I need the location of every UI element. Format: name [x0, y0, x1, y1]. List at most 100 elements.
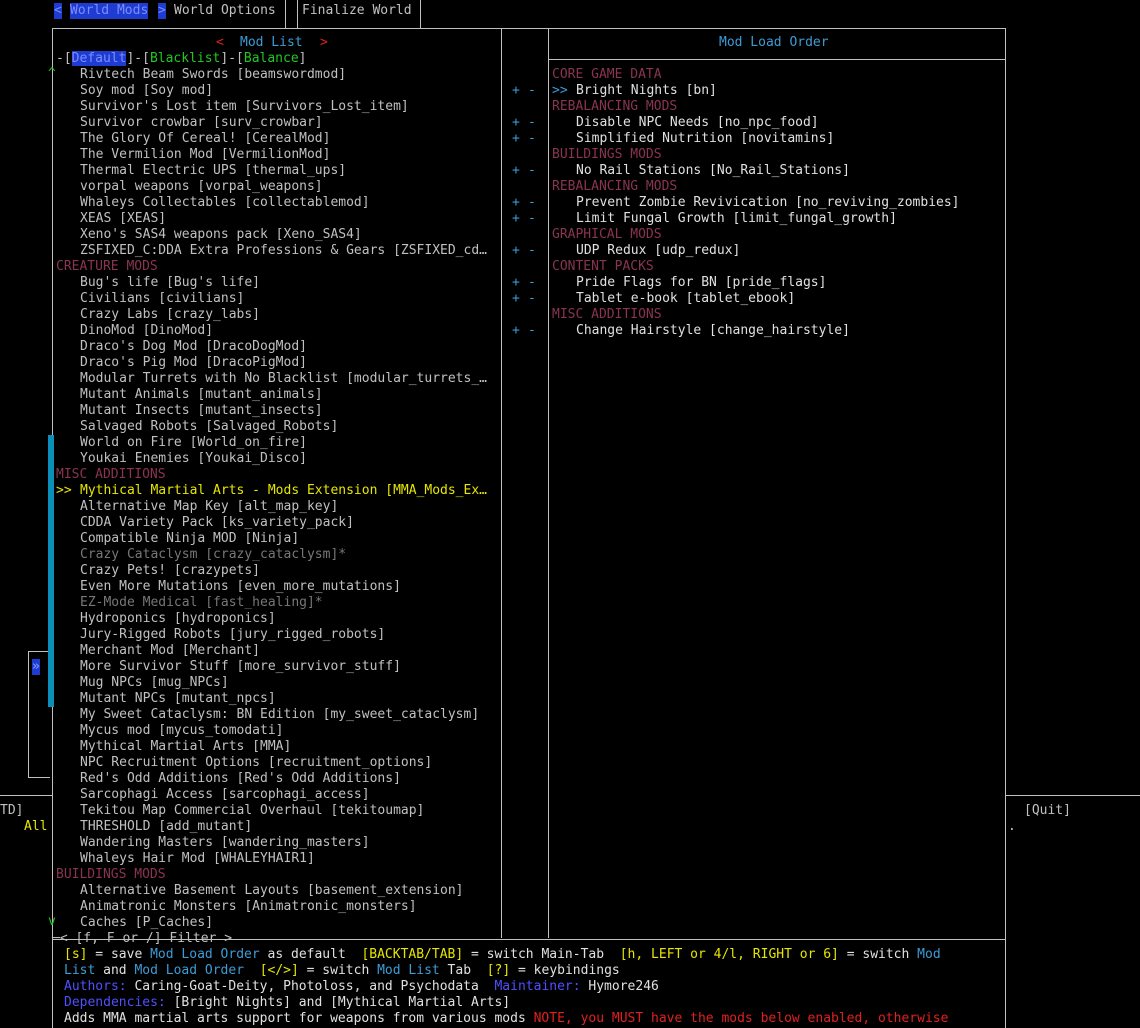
mod-list-item[interactable]: Survivor crowbar [surv_crowbar]: [80, 115, 323, 131]
mod-list-item[interactable]: Caches [P_Caches]: [80, 915, 213, 931]
mod-list-item[interactable]: Whaleys Hair Mod [WHALEYHAIR1]: [80, 851, 315, 867]
load-order-item[interactable]: Disable NPC Needs [no_npc_food]: [576, 115, 819, 131]
mod-list-item[interactable]: Mythical Martial Arts [MMA]: [80, 739, 291, 755]
mod-list-scrollbar[interactable]: [48, 435, 54, 707]
tab-world-mods[interactable]: World Mods: [70, 3, 149, 19]
mod-list-item[interactable]: My Sweet Cataclysm: BN Edition [my_sweet…: [80, 707, 479, 723]
mod-list-item[interactable]: Sarcophagi Access [sarcophagi_access]: [80, 787, 370, 803]
mod-list-item[interactable]: Mutant Animals [mutant_animals]: [80, 387, 323, 403]
tab-finalize-world[interactable]: Finalize World: [302, 3, 412, 19]
mod-list-item[interactable]: CDDA Variety Pack [ks_variety_pack]: [80, 515, 354, 531]
mod-list-item[interactable]: EZ-Mode Medical [fast_healing]*: [80, 595, 323, 611]
mod-list-item[interactable]: Soy mod [Soy mod]: [80, 83, 213, 99]
mod-list-item[interactable]: Crazy Labs [crazy_labs]: [80, 307, 260, 323]
mod-list-item[interactable]: The Vermilion Mod [VermilionMod]: [80, 147, 330, 163]
mod-list-item[interactable]: ZSFIXED_C:DDA Extra Professions & Gears …: [80, 243, 487, 259]
filter-bar[interactable]: ─< [f, F or /] Filter >: [52, 931, 232, 947]
move-down-button[interactable]: -: [528, 211, 536, 227]
mod-list-item[interactable]: Thermal Electric UPS [thermal_ups]: [80, 163, 346, 179]
mod-list-item[interactable]: DinoMod [DinoMod]: [80, 323, 213, 339]
load-order-item[interactable]: Simplified Nutrition [novitamins]: [576, 131, 834, 147]
mod-list-item[interactable]: Tekitou Map Commercial Overhaul [tekitou…: [80, 803, 424, 819]
subtab-blacklist[interactable]: Blacklist: [150, 51, 220, 66]
scroll-up-indicator[interactable]: ^: [48, 66, 56, 82]
move-down-button[interactable]: -: [528, 163, 536, 179]
mod-list-item[interactable]: Mutant NPCs [mutant_npcs]: [80, 691, 276, 707]
mod-list-item[interactable]: More Survivor Stuff [more_survivor_stuff…: [80, 659, 401, 675]
mod-list-item[interactable]: Compatible Ninja MOD [Ninja]: [80, 531, 299, 547]
load-order-item[interactable]: Bright Nights [bn]: [576, 83, 717, 99]
move-down-button[interactable]: -: [528, 195, 536, 211]
tab-next-arrow[interactable]: >: [158, 3, 166, 19]
subtab-default[interactable]: Default: [71, 51, 127, 66]
mod-list-item[interactable]: NPC Recruitment Options [recruitment_opt…: [80, 755, 432, 771]
move-down-button[interactable]: -: [528, 83, 536, 99]
mod-list-item[interactable]: Mythical Martial Arts - Mods Extension […: [80, 483, 487, 499]
quit-button[interactable]: [Quit]: [1024, 803, 1071, 819]
mod-list-item[interactable]: Survivor's Lost item [Survivors_Lost_ite…: [80, 99, 409, 115]
move-up-button[interactable]: +: [512, 131, 520, 147]
scroll-down-indicator[interactable]: v: [48, 914, 56, 930]
mod-list-item[interactable]: Whaleys Collectables [collectablemod]: [80, 195, 370, 211]
move-up-button[interactable]: +: [512, 211, 520, 227]
mod-list-item[interactable]: Crazy Pets! [crazypets]: [80, 563, 260, 579]
load-order-item[interactable]: UDP Redux [udp_redux]: [576, 243, 740, 259]
move-down-button[interactable]: -: [528, 323, 536, 339]
move-up-button[interactable]: +: [512, 275, 520, 291]
load-order-item[interactable]: No Rail Stations [No_Rail_Stations]: [576, 163, 850, 179]
mod-list-item[interactable]: Civilians [civilians]: [80, 291, 244, 307]
move-up-button[interactable]: +: [512, 83, 520, 99]
mod-list-item[interactable]: World on Fire [World_on_fire]: [80, 435, 307, 451]
load-order-item[interactable]: Change Hairstyle [change_hairstyle]: [576, 323, 850, 339]
move-up-button[interactable]: +: [512, 291, 520, 307]
load-order-item[interactable]: Limit Fungal Growth [limit_fungal_growth…: [576, 211, 897, 227]
move-up-button[interactable]: +: [512, 323, 520, 339]
move-up-button[interactable]: +: [512, 163, 520, 179]
move-down-button[interactable]: -: [528, 243, 536, 259]
help-segment: Mod List: [377, 963, 440, 978]
mod-list-item[interactable]: THRESHOLD [add_mutant]: [80, 819, 252, 835]
mod-list-item[interactable]: Even More Mutations [even_more_mutations…: [80, 579, 401, 595]
mod-list-item[interactable]: Draco's Pig Mod [DracoPigMod]: [80, 355, 307, 371]
help-segment: = switch: [838, 947, 918, 962]
load-order-item[interactable]: Tablet e-book [tablet_ebook]: [576, 291, 795, 307]
mod-list-item[interactable]: The Glory Of Cereal! [CerealMod]: [80, 131, 330, 147]
mod-list-item[interactable]: Youkai Enemies [Youkai_Disco]: [80, 451, 307, 467]
mod-list-item[interactable]: Merchant Mod [Merchant]: [80, 643, 260, 659]
mod-list-item[interactable]: Mycus mod [mycus_tomodati]: [80, 723, 284, 739]
load-order-item[interactable]: Prevent Zombie Revivication [no_reviving…: [576, 195, 960, 211]
load-order-item[interactable]: Pride Flags for BN [pride_flags]: [576, 275, 826, 291]
mod-list-item[interactable]: Mug NPCs [mug_NPCs]: [80, 675, 229, 691]
mod-list-item[interactable]: vorpal weapons [vorpal_weapons]: [80, 179, 323, 195]
mod-list-item[interactable]: Alternative Map Key [alt_map_key]: [80, 499, 338, 515]
mod-list-item[interactable]: Bug's life [Bug's life]: [80, 275, 260, 291]
mod-list-left-arrow[interactable]: <: [216, 35, 224, 51]
move-up-button[interactable]: +: [512, 195, 520, 211]
move-up-button[interactable]: +: [512, 243, 520, 259]
mod-list-item[interactable]: Jury-Rigged Robots [jury_rigged_robots]: [80, 627, 385, 643]
mod-list-item[interactable]: Crazy Cataclysm [crazy_cataclysm]*: [80, 547, 346, 563]
mod-list-item[interactable]: Mutant Insects [mutant_insects]: [80, 403, 323, 419]
mod-list-item[interactable]: Rivtech Beam Swords [beamswordmod]: [80, 67, 346, 83]
move-down-button[interactable]: -: [528, 115, 536, 131]
mod-list-item[interactable]: XEAS [XEAS]: [80, 211, 166, 227]
move-up-button[interactable]: +: [512, 115, 520, 131]
mod-list-right-arrow[interactable]: >: [320, 35, 328, 51]
mod-list-item[interactable]: Wandering Masters [wandering_masters]: [80, 835, 370, 851]
mod-list-item[interactable]: Animatronic Monsters [Animatronic_monste…: [80, 899, 417, 915]
selection-marker: >>: [552, 83, 568, 98]
tab-world-options[interactable]: World Options: [174, 3, 276, 19]
mod-list-item[interactable]: Red's Odd Additions [Red's Odd Additions…: [80, 771, 401, 787]
tab-prev-arrow[interactable]: <: [54, 3, 62, 19]
mod-list-item[interactable]: Xeno's SAS4 weapons pack [Xeno_SAS4]: [80, 227, 362, 243]
move-down-button[interactable]: -: [528, 131, 536, 147]
subtab-balance[interactable]: Balance: [244, 51, 299, 66]
mod-list-item[interactable]: Salvaged Robots [Salvaged_Robots]: [80, 419, 338, 435]
mod-list-item[interactable]: Alternative Basement Layouts [basement_e…: [80, 883, 464, 899]
mod-list-item[interactable]: Hydroponics [hydroponics]: [80, 611, 276, 627]
move-down-button[interactable]: -: [528, 275, 536, 291]
help-segment: [?]: [486, 963, 511, 978]
mod-list-item[interactable]: Modular Turrets with No Blacklist [modul…: [80, 371, 487, 387]
mod-list-item[interactable]: Draco's Dog Mod [DracoDogMod]: [80, 339, 307, 355]
move-down-button[interactable]: -: [528, 291, 536, 307]
